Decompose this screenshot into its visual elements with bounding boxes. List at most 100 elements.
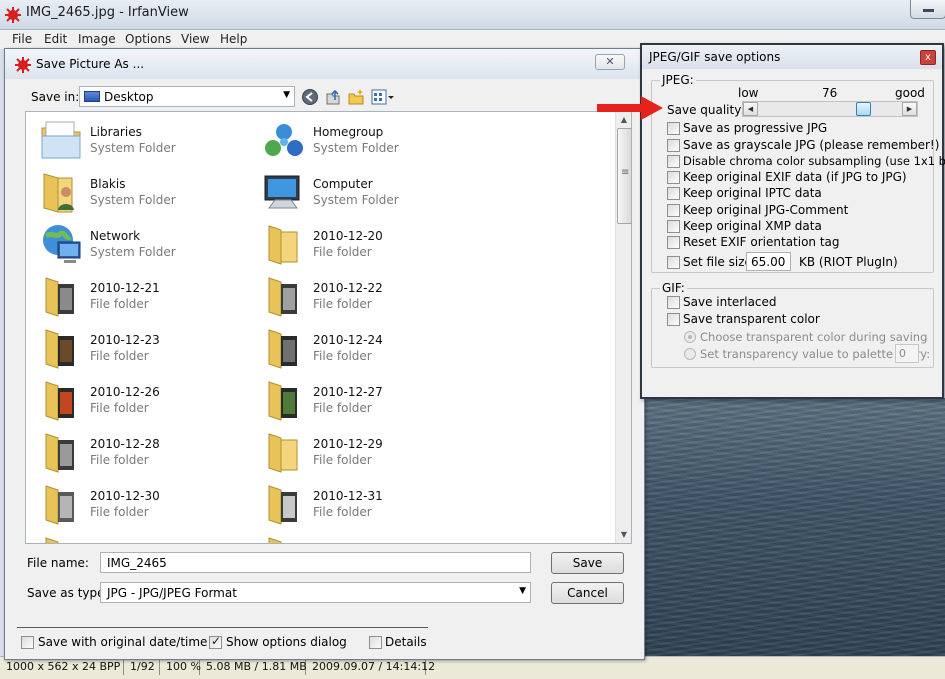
list-item[interactable]: 2010-12-24 File folder [255, 323, 478, 375]
irfanview-icon [15, 57, 31, 73]
back-icon[interactable] [301, 88, 319, 106]
slider-right-icon[interactable]: ▶ [902, 102, 917, 116]
list-item[interactable]: 2010-12-26 File folder [32, 375, 255, 427]
file-name: 2010-12-30 [90, 489, 160, 503]
folder-icon [45, 277, 74, 317]
up-folder-icon[interactable] [324, 88, 342, 106]
list-item[interactable]: 2010-12-30 File folder [32, 479, 255, 531]
reset-orientation-checkbox[interactable] [667, 236, 680, 249]
scroll-down-icon[interactable]: ▼ [616, 527, 631, 543]
status-index: 1/92 [126, 660, 160, 675]
options-dialog-titlebar: JPEG/GIF save options x [642, 45, 942, 69]
chroma-subsampling-checkbox[interactable] [667, 155, 680, 168]
keep-exif-label: Keep original EXIF data (if JPG to JPG) [683, 170, 907, 184]
list-item[interactable]: 2010-12-20 File folder [255, 219, 478, 271]
list-item[interactable]: Blakis System Folder [32, 167, 255, 219]
palette-entry-input[interactable] [895, 344, 919, 363]
close-button[interactable]: ✕ [595, 54, 625, 70]
file-type: File folder [313, 245, 372, 259]
list-item[interactable]: Libraries System Folder [32, 115, 255, 167]
vertical-scrollbar[interactable]: ▲ ▼ [615, 112, 631, 543]
image-canvas[interactable] [643, 398, 945, 656]
file-name-input[interactable] [100, 552, 531, 573]
keep-iptc-checkbox[interactable] [667, 187, 680, 200]
list-item[interactable] [255, 531, 478, 543]
keep-comment-checkbox[interactable] [667, 204, 680, 217]
save-button[interactable]: Save [551, 552, 624, 574]
menu-image[interactable]: Image [78, 32, 116, 46]
file-name: 2010-12-22 [313, 281, 383, 295]
keep-comment-label: Keep original JPG-Comment [683, 203, 849, 217]
file-name: 2010-12-29 [313, 437, 383, 451]
menu-file[interactable]: File [12, 32, 32, 46]
show-options-checkbox[interactable] [209, 634, 222, 649]
transparent-color-checkbox[interactable] [667, 313, 680, 326]
quality-slider[interactable]: ◀ ▶ [742, 101, 918, 117]
scroll-thumb[interactable] [617, 128, 631, 224]
file-name: 2010-12-24 [313, 333, 383, 347]
file-type: System Folder [313, 141, 399, 155]
file-size-input[interactable] [746, 252, 791, 271]
desktop-icon [84, 91, 100, 102]
keep-xmp-checkbox[interactable] [667, 220, 680, 233]
view-menu-icon[interactable] [371, 88, 395, 106]
grayscale-jpg-checkbox[interactable] [667, 139, 680, 152]
file-type: File folder [90, 401, 149, 415]
menu-options[interactable]: Options [125, 32, 171, 46]
list-item[interactable]: 2010-12-22 File folder [255, 271, 478, 323]
list-item[interactable]: Homegroup System Folder [255, 115, 478, 167]
menu-view[interactable]: View [181, 32, 209, 46]
palette-entry-radio[interactable] [684, 348, 696, 360]
file-type: File folder [313, 453, 372, 467]
set-file-size-checkbox[interactable] [667, 256, 680, 269]
save-dialog-titlebar: Save Picture As ... ✕ [5, 49, 644, 79]
red-arrow-annotation [597, 96, 663, 120]
save-as-type-dropdown[interactable]: JPG - JPG/JPEG Format ▼ [100, 582, 531, 603]
list-item[interactable]: 2010-12-29 File folder [255, 427, 478, 479]
menu-edit[interactable]: Edit [44, 32, 67, 46]
file-type: System Folder [313, 193, 399, 207]
quality-good-label: good [895, 86, 925, 100]
details-checkbox[interactable] [369, 636, 382, 649]
choose-transparent-radio[interactable] [684, 331, 696, 343]
progressive-jpg-checkbox[interactable] [667, 122, 680, 135]
slider-thumb[interactable] [856, 102, 872, 116]
cancel-button[interactable]: Cancel [551, 582, 624, 604]
file-type: File folder [313, 401, 372, 415]
list-item[interactable]: 2010-12-21 File folder [32, 271, 255, 323]
file-type: File folder [90, 453, 149, 467]
save-quality-label: Save quality: [667, 103, 745, 117]
file-type: File folder [90, 505, 149, 519]
list-item[interactable]: 2010-12-23 File folder [32, 323, 255, 375]
slider-left-icon[interactable]: ◀ [743, 102, 758, 116]
file-list[interactable]: Libraries System Folder Blakis System Fo… [25, 111, 632, 544]
file-name: Network [90, 229, 141, 243]
folder-icon [45, 329, 74, 369]
save-as-type-value: JPG - JPG/JPEG Format [107, 586, 237, 600]
folder-icon [45, 537, 59, 543]
file-name: 2010-12-27 [313, 385, 383, 399]
set-file-size-label: Set file size: [683, 255, 756, 269]
list-item[interactable]: 2010-12-27 File folder [255, 375, 478, 427]
user-folder-icon [43, 173, 74, 213]
save-interlaced-checkbox[interactable] [667, 296, 680, 309]
list-item[interactable]: 2010-12-28 File folder [32, 427, 255, 479]
file-size-suffix: KB (RIOT PlugIn) [799, 255, 898, 269]
original-date-checkbox[interactable] [21, 636, 34, 649]
list-item[interactable]: 2010-12-31 File folder [255, 479, 478, 531]
menu-help[interactable]: Help [220, 32, 247, 46]
save-in-dropdown[interactable]: Desktop ▼ [79, 86, 295, 107]
minimize-button[interactable] [910, 0, 945, 19]
status-datetime: 2009.09.07 / 14:14:12 [308, 660, 435, 675]
new-folder-icon[interactable] [347, 88, 365, 106]
file-name: Homegroup [313, 125, 384, 139]
list-item[interactable] [32, 531, 255, 543]
close-button[interactable]: x [920, 50, 936, 65]
jpeg-group-label: JPEG: [660, 73, 696, 87]
reset-orientation-label: Reset EXIF orientation tag [683, 235, 840, 249]
list-item[interactable]: Computer System Folder [255, 167, 478, 219]
progressive-jpg-label: Save as progressive JPG [683, 121, 828, 135]
status-zoom: 100 % [162, 660, 201, 675]
keep-exif-checkbox[interactable] [667, 171, 680, 184]
list-item[interactable]: Network System Folder [32, 219, 255, 271]
